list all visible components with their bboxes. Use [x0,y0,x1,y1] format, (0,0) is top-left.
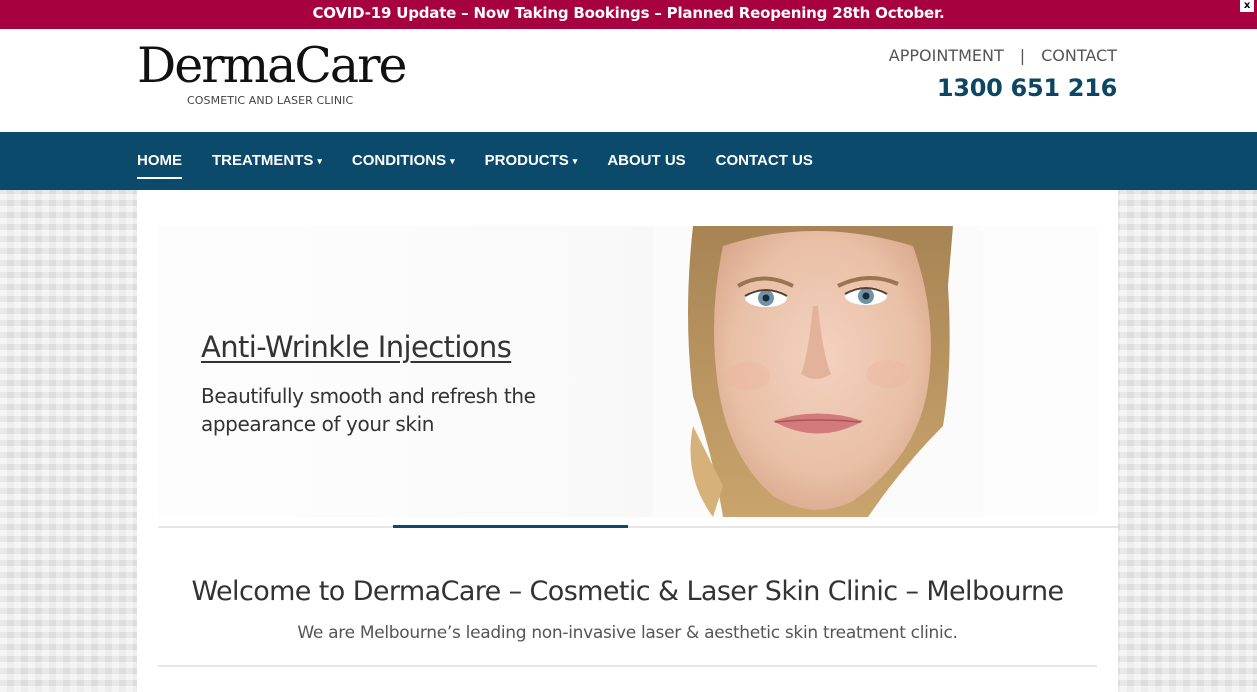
nav-item-contact-us[interactable]: CONTACT US [716,132,813,190]
nav-item-treatments[interactable]: TREATMENTS ▾ [212,132,322,190]
logo-tagline: COSMETIC AND LASER CLINIC [187,94,354,107]
main-content: Anti-Wrinkle Injections Beautifully smoo… [137,190,1118,692]
nav-item-conditions[interactable]: CONDITIONS ▾ [352,132,455,190]
section-divider [158,665,1097,667]
contact-link[interactable]: CONTACT [1041,46,1117,65]
phone-number[interactable]: 1300 651 216 [937,74,1117,102]
hero-title-link[interactable]: Anti-Wrinkle Injections [201,330,512,364]
slider-indicator-active[interactable] [393,525,628,528]
header-link-separator: | [1019,46,1026,65]
welcome-subtitle: We are Melbourne’s leading non-invasive … [297,623,958,643]
hero-slider: Anti-Wrinkle Injections Beautifully smoo… [158,226,1118,528]
main-nav: HOME TREATMENTS ▾ CONDITIONS ▾ PRODUCTS ▾ ABOUT… [0,132,1257,190]
chevron-down-icon: ▾ [317,156,322,166]
announcement-bar: COVID-19 Update – Now Taking Bookings – … [0,0,1257,29]
hero-background [273,226,673,517]
nav-item-home[interactable]: HOME [137,132,182,190]
welcome-title: Welcome to DermaCare – Cosmetic & Laser … [191,576,1065,607]
nav-item-label: CONTACT US [715,152,813,169]
nav-item-about-us[interactable]: ABOUT US [607,132,685,190]
header-links: APPOINTMENT | CONTACT [889,46,1117,65]
chevron-down-icon: ▾ [450,156,455,166]
nav-item-label: HOME [137,152,182,169]
close-icon[interactable]: x [1240,0,1254,12]
nav-item-label: CONDITIONS [351,152,447,169]
hero-subtitle: Beautifully smooth and refresh the appea… [201,384,536,436]
announcement-text: COVID-19 Update – Now Taking Bookings – … [312,4,945,22]
hero-portrait-image [653,226,983,517]
site-header: DermaCare COSMETIC AND LASER CLINIC APPO… [0,29,1257,132]
nav-item-label: TREATMENTS [212,152,314,169]
nav-item-label: ABOUT US [607,152,686,169]
nav-items: HOME TREATMENTS ▾ CONDITIONS ▾ PRODUCTS ▾ ABOUT… [137,132,843,190]
logo[interactable]: DermaCare COSMETIC AND LASER CLINIC [137,41,427,111]
nav-item-label: PRODUCTS [484,152,569,169]
appointment-link[interactable]: APPOINTMENT [889,46,1004,65]
chevron-down-icon: ▾ [572,156,578,166]
logo-wordmark: DermaCare [137,37,408,94]
nav-item-products[interactable]: PRODUCTS ▾ [485,132,578,190]
